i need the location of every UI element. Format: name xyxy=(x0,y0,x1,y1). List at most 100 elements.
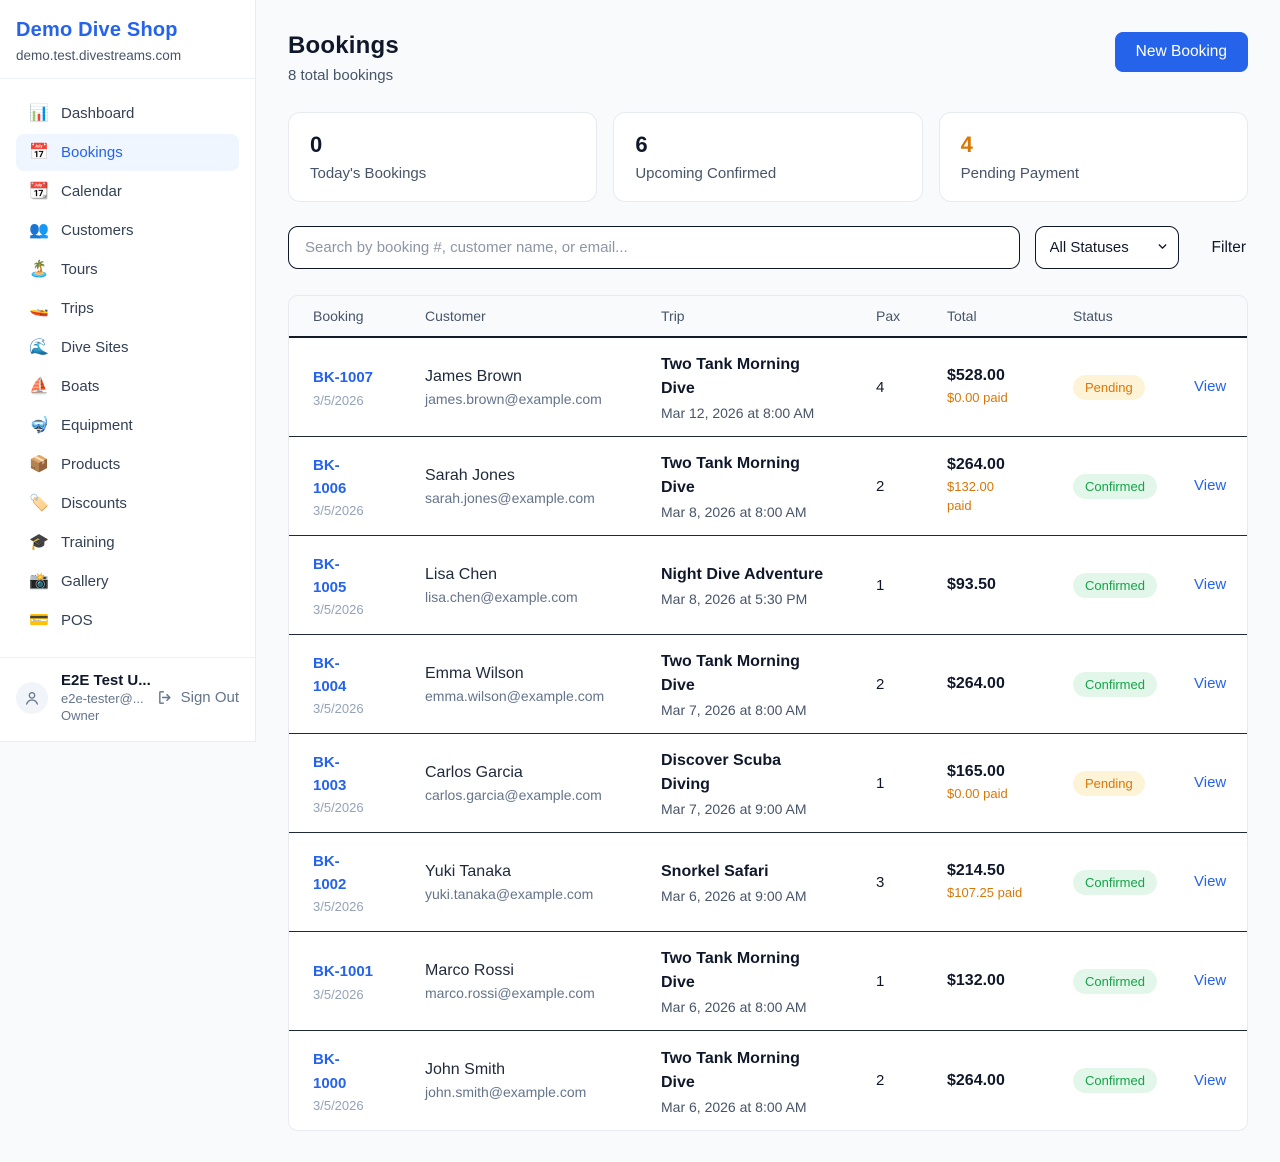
sidebar-user-section: E2E Test U... e2e-tester@... Owner Sign … xyxy=(0,657,255,739)
sidebar-item-bookings[interactable]: 📅 Bookings xyxy=(16,134,239,171)
sidebar-item-trips[interactable]: 🚤 Trips xyxy=(16,290,239,327)
sidebar-item-calendar[interactable]: 📆 Calendar xyxy=(16,173,239,210)
view-link[interactable]: View xyxy=(1194,1072,1226,1089)
view-link[interactable]: View xyxy=(1194,378,1226,395)
paid-amount: $132.00 paid xyxy=(947,478,1059,516)
booking-id-link[interactable]: BK- 1000 xyxy=(313,1048,411,1095)
page-header-text: Bookings 8 total bookings xyxy=(288,32,399,84)
booking-date: 3/5/2026 xyxy=(313,503,411,518)
total-bookings-count: 8 total bookings xyxy=(288,67,399,84)
sidebar-header: Demo Dive Shop demo.test.divestreams.com xyxy=(0,0,255,79)
booking-date: 3/5/2026 xyxy=(313,602,411,617)
view-link[interactable]: View xyxy=(1194,576,1226,593)
table-row: BK- 1003 3/5/2026 Carlos Garcia carlos.g… xyxy=(289,734,1247,833)
view-link[interactable]: View xyxy=(1194,477,1226,494)
booking-date: 3/5/2026 xyxy=(313,393,411,408)
booking-id-link[interactable]: BK-1007 xyxy=(313,366,411,389)
booking-id-link[interactable]: BK-1001 xyxy=(313,960,411,983)
sidebar-item-label: Customers xyxy=(61,222,134,239)
sidebar: Demo Dive Shop demo.test.divestreams.com… xyxy=(0,0,256,742)
trip-datetime: Mar 7, 2026 at 9:00 AM xyxy=(661,801,862,817)
customer-name: John Smith xyxy=(425,1061,647,1079)
sidebar-item-label: Tours xyxy=(61,261,98,278)
customer-email: lisa.chen@example.com xyxy=(425,589,647,605)
customers-icon: 👥 xyxy=(29,223,48,239)
column-header-customer: Customer xyxy=(425,308,661,324)
pax-count: 1 xyxy=(876,775,947,792)
booking-id-link[interactable]: BK- 1002 xyxy=(313,850,411,897)
table-header-row: Booking Customer Trip Pax Total Status xyxy=(289,296,1247,338)
total-amount: $264.00 xyxy=(947,456,1059,474)
trip-datetime: Mar 6, 2026 at 8:00 AM xyxy=(661,999,862,1015)
customer-name: Marco Rossi xyxy=(425,962,647,980)
sidebar-item-training[interactable]: 🎓 Training xyxy=(16,524,239,561)
main-content: Bookings 8 total bookings New Booking 0 … xyxy=(256,0,1280,1161)
view-link[interactable]: View xyxy=(1194,873,1226,890)
sidebar-item-customers[interactable]: 👥 Customers xyxy=(16,212,239,249)
customer-name: Yuki Tanaka xyxy=(425,863,647,881)
sign-out-button[interactable]: Sign Out xyxy=(157,689,239,706)
pax-count: 4 xyxy=(876,379,947,396)
sidebar-item-label: Boats xyxy=(61,378,99,395)
booking-id-link[interactable]: BK- 1006 xyxy=(313,454,411,501)
sidebar-item-gallery[interactable]: 📸 Gallery xyxy=(16,563,239,600)
booking-id-link[interactable]: BK- 1004 xyxy=(313,652,411,699)
sidebar-item-tours[interactable]: 🏝️ Tours xyxy=(16,251,239,288)
sidebar-item-boats[interactable]: ⛵ Boats xyxy=(16,368,239,405)
table-row: BK- 1006 3/5/2026 Sarah Jones sarah.jone… xyxy=(289,437,1247,536)
filter-button[interactable]: Filter xyxy=(1210,239,1248,257)
stat-label: Today's Bookings xyxy=(310,165,575,182)
stat-label: Pending Payment xyxy=(961,165,1226,182)
column-header-booking: Booking xyxy=(313,308,425,324)
booking-id-link[interactable]: BK- 1005 xyxy=(313,553,411,600)
table-row: BK-1007 3/5/2026 James Brown james.brown… xyxy=(289,338,1247,437)
table-row: BK-1001 3/5/2026 Marco Rossi marco.rossi… xyxy=(289,932,1247,1031)
gallery-icon: 📸 xyxy=(29,574,48,590)
pax-count: 1 xyxy=(876,577,947,594)
new-booking-button[interactable]: New Booking xyxy=(1115,32,1248,72)
view-link[interactable]: View xyxy=(1194,675,1226,692)
trip-datetime: Mar 8, 2026 at 5:30 PM xyxy=(661,591,862,607)
booking-id-link[interactable]: BK- 1003 xyxy=(313,751,411,798)
status-badge: Confirmed xyxy=(1073,474,1157,499)
dashboard-icon: 📊 xyxy=(29,106,48,122)
tours-icon: 🏝️ xyxy=(29,262,48,278)
status-badge: Confirmed xyxy=(1073,1068,1157,1093)
status-filter-select[interactable]: All Statuses xyxy=(1035,226,1179,269)
user-icon xyxy=(24,690,40,706)
customer-email: marco.rossi@example.com xyxy=(425,985,647,1001)
paid-amount: $0.00 paid xyxy=(947,389,1059,408)
pax-count: 2 xyxy=(876,676,947,693)
sidebar-item-equipment[interactable]: 🤿 Equipment xyxy=(16,407,239,444)
sidebar-item-products[interactable]: 📦 Products xyxy=(16,446,239,483)
sidebar-item-dive-sites[interactable]: 🌊 Dive Sites xyxy=(16,329,239,366)
stat-card: 4 Pending Payment xyxy=(939,112,1248,202)
view-link[interactable]: View xyxy=(1194,774,1226,791)
calendar-icon: 📆 xyxy=(29,184,48,200)
stats-cards: 0 Today's Bookings 6 Upcoming Confirmed … xyxy=(288,112,1248,202)
stat-label: Upcoming Confirmed xyxy=(635,165,900,182)
page-header: Bookings 8 total bookings New Booking xyxy=(288,32,1248,84)
user-name: E2E Test U... xyxy=(61,672,144,689)
page-title: Bookings xyxy=(288,32,399,60)
sidebar-item-dashboard[interactable]: 📊 Dashboard xyxy=(16,95,239,132)
customer-name: Carlos Garcia xyxy=(425,764,647,782)
user-email: e2e-tester@... xyxy=(61,691,144,706)
sidebar-item-label: Equipment xyxy=(61,417,133,434)
training-icon: 🎓 xyxy=(29,535,48,551)
sidebar-item-label: Products xyxy=(61,456,120,473)
status-badge: Pending xyxy=(1073,375,1145,400)
status-badge: Confirmed xyxy=(1073,969,1157,994)
view-link[interactable]: View xyxy=(1194,972,1226,989)
pax-count: 3 xyxy=(876,874,947,891)
sidebar-item-pos[interactable]: 💳 POS xyxy=(16,602,239,639)
column-header-total: Total xyxy=(947,308,1073,324)
search-input[interactable] xyxy=(288,226,1020,269)
discounts-icon: 🏷️ xyxy=(29,496,48,512)
sidebar-item-discounts[interactable]: 🏷️ Discounts xyxy=(16,485,239,522)
sidebar-item-label: Dive Sites xyxy=(61,339,129,356)
pax-count: 2 xyxy=(876,478,947,495)
trip-name: Night Dive Adventure xyxy=(661,563,862,587)
sidebar-item-label: Bookings xyxy=(61,144,123,161)
stat-card: 0 Today's Bookings xyxy=(288,112,597,202)
